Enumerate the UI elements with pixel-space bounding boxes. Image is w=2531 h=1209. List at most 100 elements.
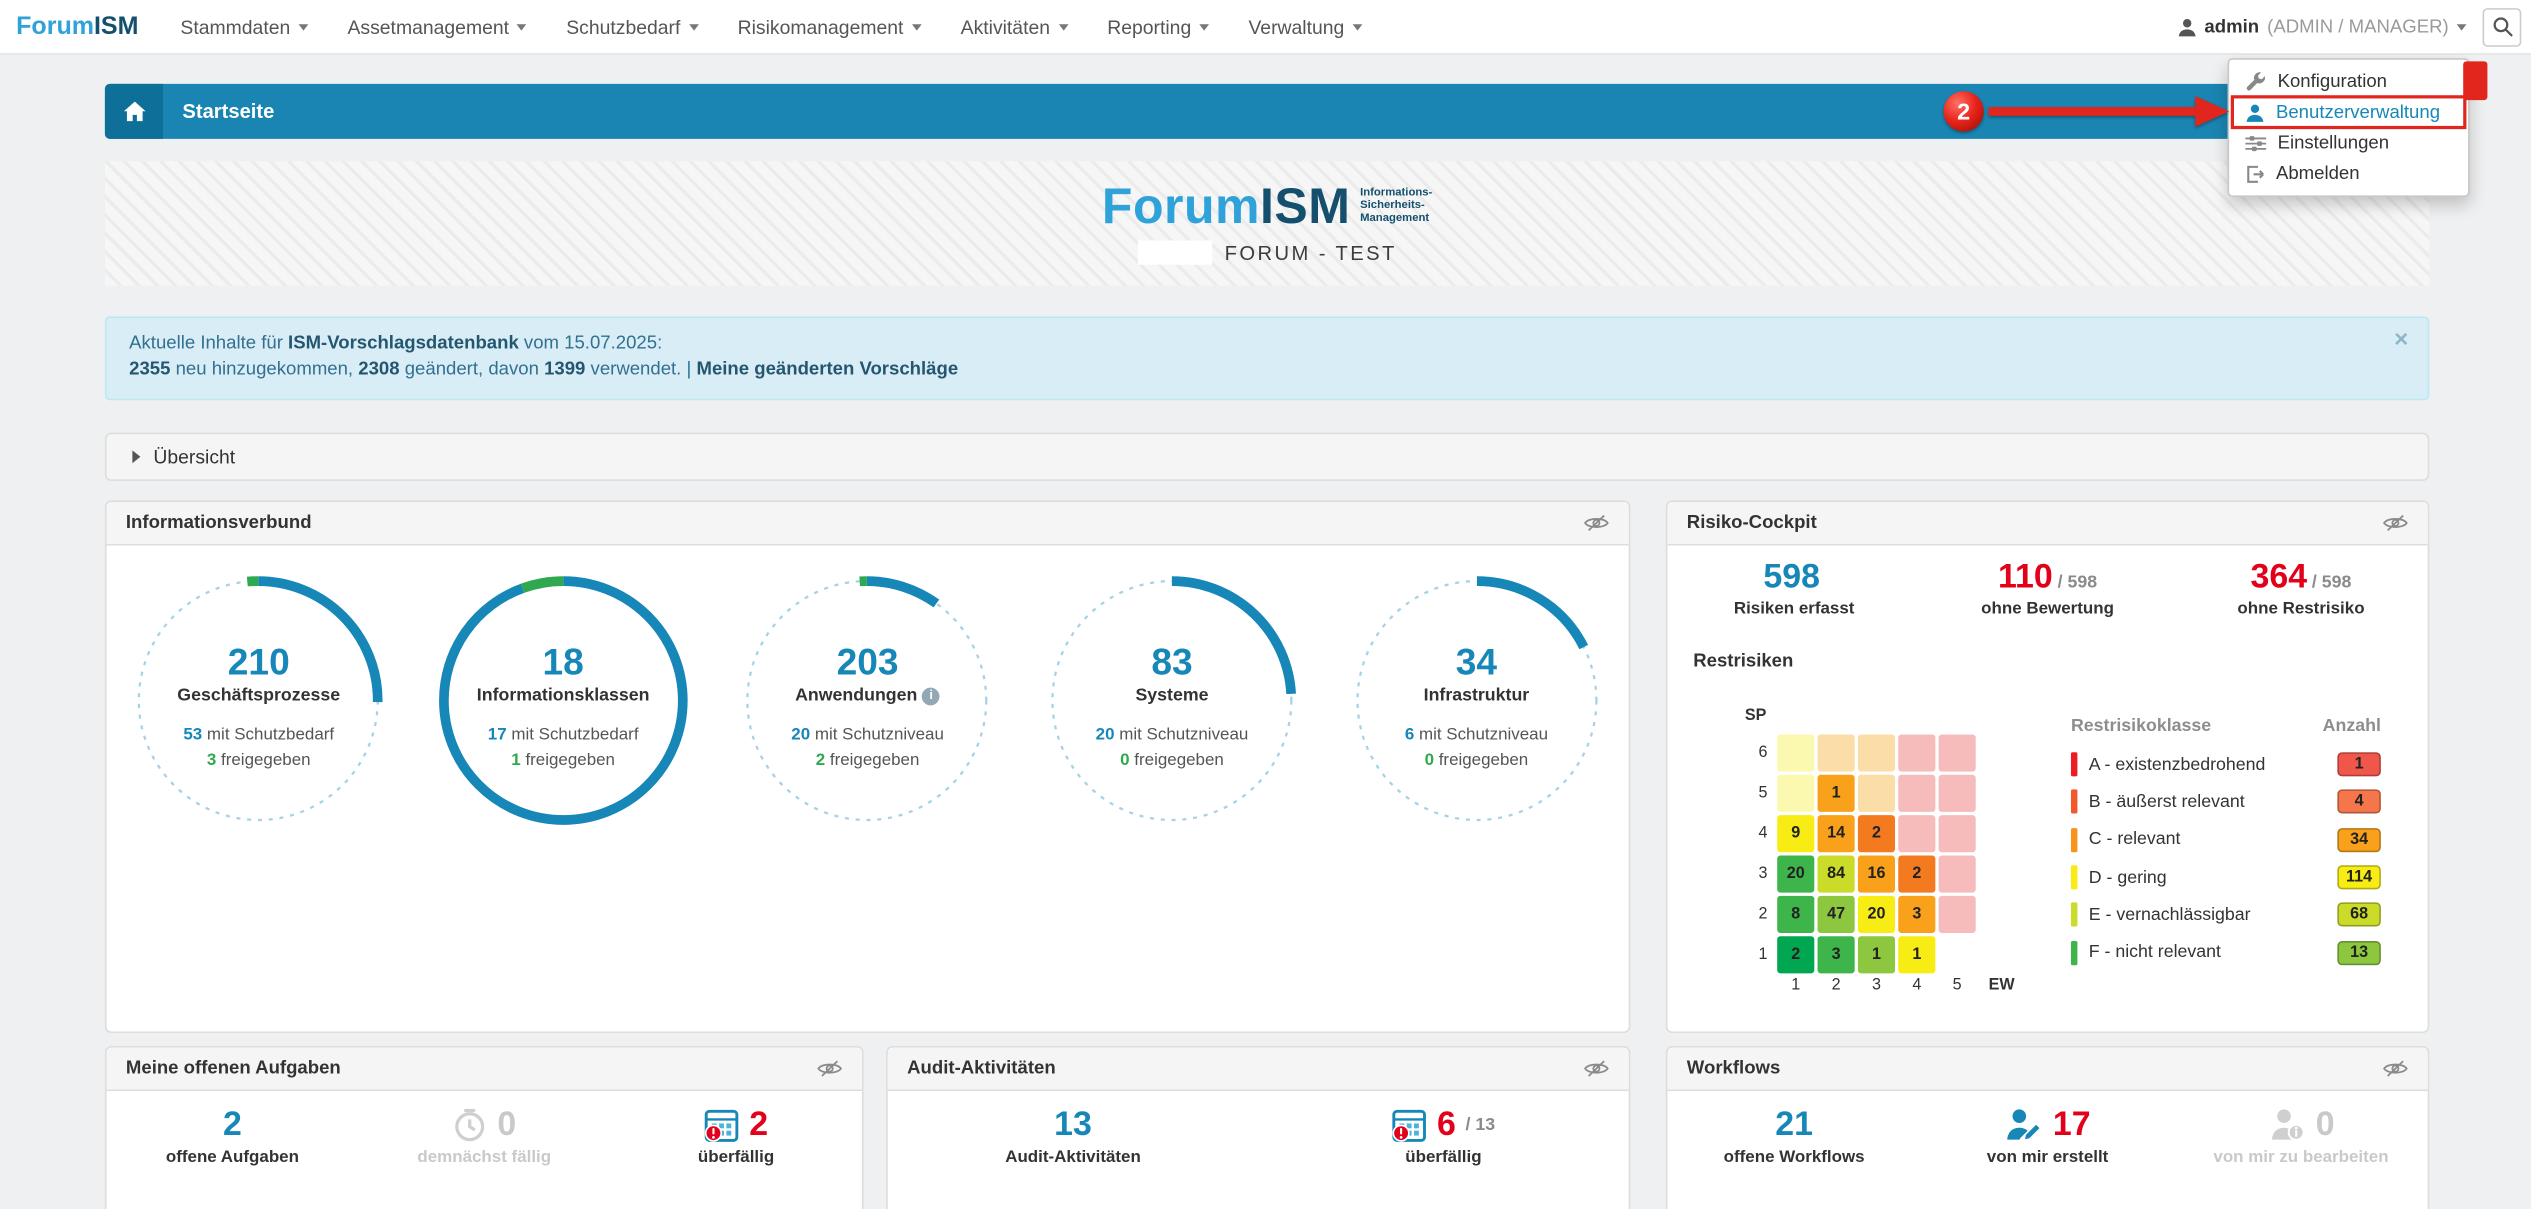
- matrix-cell[interactable]: [1939, 775, 1976, 812]
- nav-item-stammdaten[interactable]: Stammdaten: [164, 0, 324, 54]
- hide-panel-button[interactable]: [1583, 513, 1609, 532]
- matrix-cell[interactable]: [1777, 734, 1814, 771]
- nav-item-reporting[interactable]: Reporting: [1091, 0, 1225, 54]
- stat-suffix: / 13: [1466, 1115, 1496, 1134]
- nav-item-aktivitaeten[interactable]: Aktivitäten: [945, 0, 1084, 54]
- matrix-cell[interactable]: 1: [1818, 775, 1855, 812]
- stat-sub-value: 0: [1120, 751, 1129, 770]
- stat-sub-value: 20: [791, 725, 810, 744]
- matrix-cell[interactable]: 3: [1818, 936, 1855, 973]
- menu-item-einstellungen[interactable]: Einstellungen: [2229, 128, 2468, 159]
- sliders-icon: [2245, 133, 2266, 152]
- matrix-row-label: 4: [1742, 815, 1768, 852]
- matrix-cell[interactable]: [1898, 815, 1935, 852]
- search-button[interactable]: [2483, 7, 2522, 46]
- hide-panel-button[interactable]: [1583, 1059, 1609, 1078]
- stat-label: Systeme: [1020, 684, 1324, 707]
- alert-count-used: 1399: [544, 360, 585, 379]
- matrix-cell[interactable]: 2: [1858, 815, 1895, 852]
- matrix-cell[interactable]: 84: [1818, 856, 1855, 893]
- matrix-cell[interactable]: [1939, 856, 1976, 893]
- matrix-cell[interactable]: 1: [1898, 936, 1935, 973]
- matrix-col-label: 1: [1777, 977, 1814, 995]
- matrix-cell[interactable]: 2: [1898, 856, 1935, 893]
- panel-title: Informationsverbund: [126, 513, 312, 532]
- matrix-cell[interactable]: [1858, 775, 1895, 812]
- stat-von-mir-erstellt: 17 von mir erstellt: [1921, 1091, 2174, 1167]
- legend-row-a: A - existenzbedrohend 1: [2071, 746, 2381, 784]
- nav-item-verwaltung[interactable]: Verwaltung: [1232, 0, 1378, 54]
- stat-suffix: / 598: [2312, 573, 2351, 592]
- stat-audit-ueberfaellig: 6 / 13 überfällig: [1258, 1091, 1628, 1167]
- menu-item-konfiguration[interactable]: Konfiguration: [2229, 66, 2468, 97]
- stat-circle-infrastruktur: 34 Infrastruktur 6 mit Schutzniveau 0 fr…: [1324, 546, 1628, 1035]
- stat-value: 2: [749, 1106, 768, 1145]
- nav-item-assetmanagement[interactable]: Assetmanagement: [331, 0, 543, 54]
- matrix-cell[interactable]: [1898, 775, 1935, 812]
- hero-tagline: Informations- Sicherheits- Management: [1360, 187, 1432, 226]
- app-logo[interactable]: ForumISM: [0, 12, 164, 41]
- nav-label: Risikomanagement: [738, 15, 904, 38]
- matrix-cell[interactable]: [1898, 734, 1935, 771]
- legend-count-badge: 114: [2337, 865, 2381, 889]
- info-icon[interactable]: [922, 687, 940, 705]
- hero-subtitle: FORUM - TEST: [1225, 241, 1397, 264]
- nav-item-schutzbedarf[interactable]: Schutzbedarf: [550, 0, 714, 54]
- nav-label: Aktivitäten: [961, 15, 1050, 38]
- stat-label: Risiken erfasst: [1667, 599, 1920, 618]
- matrix-cell[interactable]: [1858, 734, 1895, 771]
- matrix-cell[interactable]: 3: [1898, 896, 1935, 933]
- stat-label: ohne Restrisiko: [2174, 599, 2427, 618]
- matrix-cell[interactable]: [1939, 815, 1976, 852]
- wrench-icon: [2245, 71, 2266, 92]
- nav-item-risikomanagement[interactable]: Risikomanagement: [721, 0, 937, 54]
- matrix-cell[interactable]: [1777, 775, 1814, 812]
- alert-count-changed: 2308: [358, 360, 399, 379]
- alert-close-button[interactable]: ×: [2394, 328, 2408, 354]
- alert-link-vorschlagsdatenbank[interactable]: ISM-Vorschlagsdatenbank: [288, 334, 519, 353]
- alert-text: geändert, davon: [400, 360, 544, 379]
- legend-color-bar: [2071, 828, 2077, 852]
- stat-sub-text: mit Schutzbedarf: [507, 725, 639, 744]
- matrix-cell[interactable]: [1939, 936, 1976, 973]
- matrix-cell[interactable]: [1939, 896, 1976, 933]
- menu-item-abmelden[interactable]: Abmelden: [2229, 158, 2468, 189]
- matrix-cell[interactable]: 20: [1777, 856, 1814, 893]
- user-menu-toggle[interactable]: admin (ADMIN / MANAGER): [2177, 17, 2466, 36]
- overview-toggle[interactable]: Übersicht: [105, 433, 2429, 481]
- hide-panel-button[interactable]: [2382, 1059, 2408, 1078]
- stat-circle-anwendungen: 203 Anwendungen 20 mit Schutzniveau 2 fr…: [715, 546, 1019, 1035]
- stat-label: offene Aufgaben: [107, 1148, 359, 1167]
- matrix-row-label: 6: [1742, 734, 1768, 771]
- panel-title: Workflows: [1687, 1059, 1781, 1078]
- home-button[interactable]: [105, 84, 163, 139]
- hide-panel-button[interactable]: [2382, 513, 2408, 532]
- matrix-cell[interactable]: 16: [1858, 856, 1895, 893]
- matrix-cell[interactable]: 9: [1777, 815, 1814, 852]
- alert-link-meine-vorschlaege[interactable]: Meine geänderten Vorschläge: [696, 360, 958, 379]
- alert-line-1: Aktuelle Inhalte für ISM-Vorschlagsdaten…: [129, 331, 2405, 357]
- hide-panel-button[interactable]: [817, 1059, 843, 1078]
- hero-logo-forum: Forum: [1102, 178, 1260, 234]
- matrix-cell[interactable]: [1818, 734, 1855, 771]
- matrix-cell[interactable]: [1939, 734, 1976, 771]
- matrix-cell[interactable]: 20: [1858, 896, 1895, 933]
- calendar-alert-icon: [704, 1107, 740, 1143]
- matrix-cell[interactable]: 14: [1818, 815, 1855, 852]
- menu-item-benutzerverwaltung[interactable]: Benutzerverwaltung: [2229, 97, 2468, 128]
- chevron-down-icon: [1058, 23, 1068, 29]
- matrix-cell[interactable]: 2: [1777, 936, 1814, 973]
- main-nav: Stammdaten Assetmanagement Schutzbedarf …: [164, 0, 1378, 54]
- risk-body: 598 Risiken erfasst 110/ 598 ohne Bewert…: [1667, 546, 2427, 1033]
- stat-sub-text: mit Schutzniveau: [810, 725, 944, 744]
- matrix-cell[interactable]: 47: [1818, 896, 1855, 933]
- panel-title: Audit-Aktivitäten: [907, 1059, 1056, 1078]
- navbar-right: admin (ADMIN / MANAGER): [2177, 7, 2531, 46]
- stat-sub-value: 20: [1096, 725, 1115, 744]
- info-alert: Aktuelle Inhalte für ISM-Vorschlagsdaten…: [105, 316, 2429, 400]
- stat-value: 0: [2316, 1106, 2335, 1145]
- legend-count-badge: 4: [2337, 790, 2381, 814]
- matrix-cell[interactable]: 8: [1777, 896, 1814, 933]
- matrix-cell[interactable]: 1: [1858, 936, 1895, 973]
- stat-value: 110: [1998, 558, 2053, 595]
